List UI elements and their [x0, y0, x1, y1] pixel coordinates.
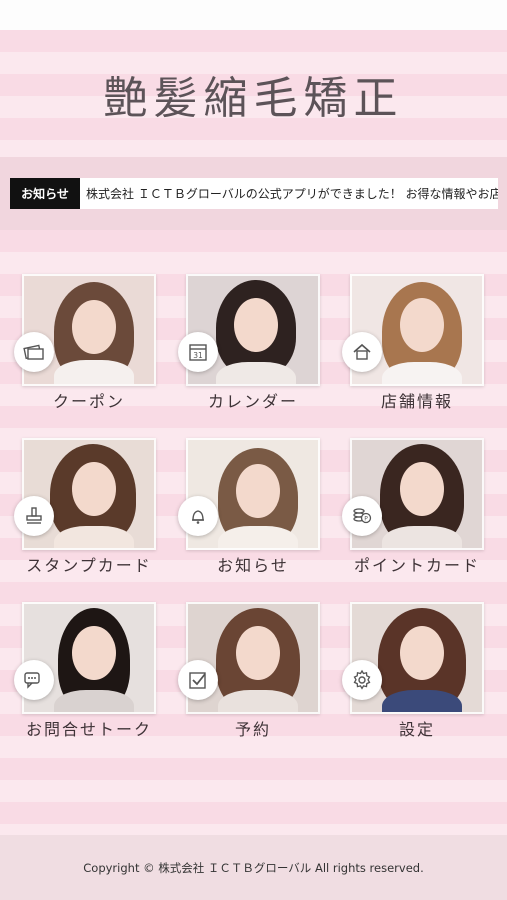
coupon-icon [14, 332, 54, 372]
news-tile-label: お知らせ [217, 556, 289, 575]
menu-tile-store-info[interactable]: 店舗情報 [342, 274, 492, 424]
menu-tile-point-card[interactable]: P ポイントカード [342, 438, 492, 588]
page-title: 艶髪縮毛矯正 [103, 73, 404, 124]
menu-tile-news[interactable]: お知らせ [178, 438, 328, 588]
menu-grid: クーポン 31 カレンダー 店舗情報 スタンプカード お知らせ P ポイントカー… [0, 230, 507, 835]
stamp-icon [14, 496, 54, 536]
stamp-card-label: スタンプカード [26, 556, 152, 575]
copyright-text: Copyright © 株式会社 ＩＣＴＢグローバル All rights re… [83, 860, 424, 875]
inquiry-talk-label: お問合せトーク [25, 720, 152, 739]
top-bar [0, 0, 507, 30]
menu-tile-settings[interactable]: 設定 [342, 602, 492, 752]
store-info-label: 店舗情報 [380, 392, 453, 411]
gear-icon [342, 660, 382, 700]
point-card-label: ポイントカード [353, 556, 480, 575]
coupon-label: クーポン [52, 392, 125, 411]
news-text: 株式会社 ＩＣＴＢグローバルの公式アプリができました！ お得な情報やお店 [86, 187, 498, 201]
coins-icon: P [342, 496, 382, 536]
calendar-icon: 31 [178, 332, 218, 372]
menu-tile-reservation[interactable]: 予約 [178, 602, 328, 752]
footer: Copyright © 株式会社 ＩＣＴＢグローバル All rights re… [0, 835, 507, 900]
menu-tile-inquiry-talk[interactable]: お問合せトーク [14, 602, 164, 752]
checkbox-icon [178, 660, 218, 700]
settings-label: 設定 [398, 720, 435, 739]
news-label: お知らせ [10, 178, 80, 209]
menu-tile-stamp-card[interactable]: スタンプカード [14, 438, 164, 588]
menu-tile-calendar[interactable]: 31 カレンダー [178, 274, 328, 424]
reservation-label: 予約 [234, 720, 271, 739]
calendar-day: 31 [193, 351, 203, 360]
home-icon [342, 332, 382, 372]
chat-icon [14, 660, 54, 700]
calendar-label: カレンダー [207, 392, 298, 411]
news-ticker[interactable]: お知らせ 株式会社 ＩＣＴＢグローバルの公式アプリができました！ お得な情報やお… [10, 178, 498, 209]
svg-text:P: P [364, 516, 368, 523]
bell-icon [178, 496, 218, 536]
menu-tile-coupon[interactable]: クーポン [14, 274, 164, 424]
